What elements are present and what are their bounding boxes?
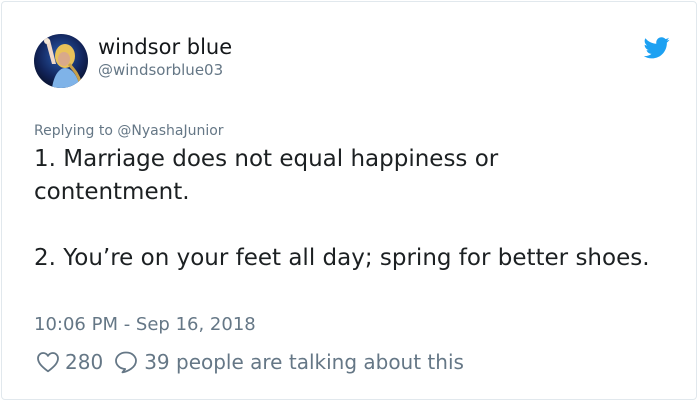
avatar[interactable]	[34, 34, 88, 88]
user-handle[interactable]: @windsorblue03	[98, 60, 223, 80]
engagement-bar: 280 39 people are talking about this	[36, 348, 464, 376]
heart-icon[interactable]	[36, 351, 60, 373]
replying-to-prefix: Replying to	[34, 123, 118, 139]
speech-bubble-icon[interactable]	[113, 350, 139, 374]
tweet-paragraph-1: 1. Marriage does not equal happiness or …	[34, 146, 499, 205]
tweet-card: windsor blue @windsorblue03 Replying to …	[1, 1, 697, 400]
tweet-timestamp[interactable]: 10:06 PM - Sep 16, 2018	[34, 313, 256, 337]
like-count: 280	[65, 350, 104, 374]
talking-about-link[interactable]: 39 people are talking about this	[144, 350, 464, 374]
replying-to: Replying to @NyashaJunior	[34, 122, 224, 140]
tweet-paragraph-2: 2. You’re on your feet all day; spring f…	[34, 245, 650, 271]
tweet-text: 1. Marriage does not equal happiness or …	[34, 143, 654, 275]
display-name[interactable]: windsor blue	[98, 34, 232, 60]
twitter-bird-icon[interactable]	[643, 37, 670, 59]
reply-to-handle[interactable]: @NyashaJunior	[117, 123, 223, 139]
